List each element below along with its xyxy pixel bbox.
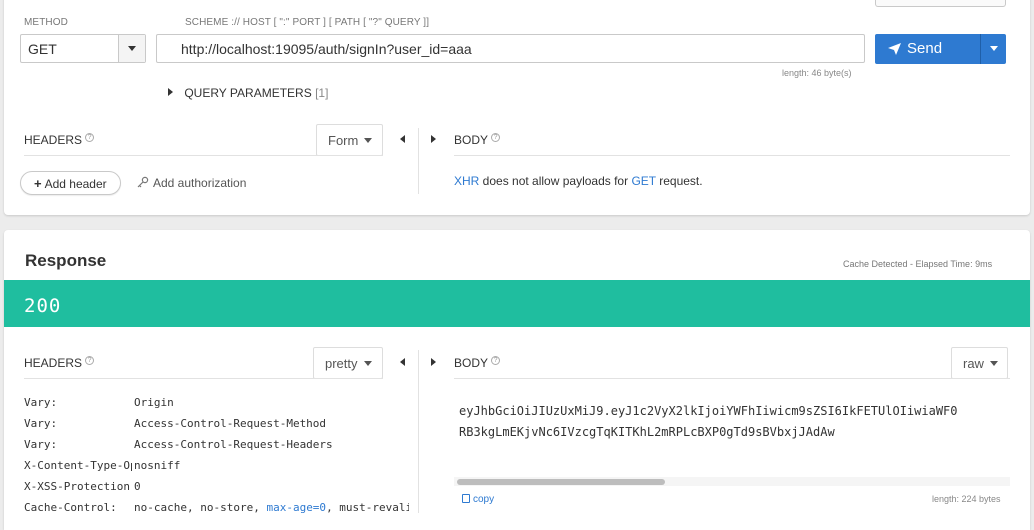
response-body-label: BODY xyxy=(454,356,489,370)
request-headers-label: HEADERS xyxy=(24,133,83,147)
help-icon[interactable]: ? xyxy=(491,133,501,142)
url-length: length: 46 byte(s) xyxy=(782,68,852,78)
body-length: length: 224 bytes xyxy=(932,494,1001,504)
status-bar xyxy=(4,280,1030,327)
chevron-down-icon xyxy=(990,46,998,51)
help-icon[interactable]: ? xyxy=(491,356,501,365)
header-value-text: , must-revalidate xyxy=(326,501,409,514)
key-icon xyxy=(137,176,149,188)
request-body-label: BODY xyxy=(454,133,489,147)
send-label: Send xyxy=(907,40,943,57)
send-options-button[interactable] xyxy=(980,34,1006,64)
get-link[interactable]: GET xyxy=(631,174,655,188)
add-header-button[interactable]: + Add header xyxy=(20,171,121,195)
collapse-left-icon[interactable] xyxy=(400,135,405,143)
response-body-content[interactable]: eyJhbGciOiJIUzUxMiJ9.eyJ1c2VyX2lkIjoiYWF… xyxy=(459,401,1010,443)
headers-mode-select[interactable]: Form xyxy=(316,124,383,156)
body-line: RB3kgLmEKjvNc6IVzcgTqKITKhL2mRPLcBXP0gTd… xyxy=(459,425,835,439)
copy-label: copy xyxy=(473,494,495,505)
collapse-right-icon[interactable] xyxy=(431,358,436,366)
url-format-label: SCHEME :// HOST [ ":" PORT ] [ PATH [ "?… xyxy=(185,17,430,28)
header-name: Vary: xyxy=(24,417,58,430)
header-value-text: no-cache, no-store, xyxy=(134,501,267,514)
method-value: GET xyxy=(28,41,57,57)
add-authorization-link[interactable]: Add authorization xyxy=(137,176,246,190)
query-parameters-count: [1] xyxy=(315,86,329,100)
url-input[interactable]: http://localhost:19095/auth/signIn?user_… xyxy=(156,34,865,63)
collapse-left-icon[interactable] xyxy=(400,358,405,366)
divider xyxy=(454,155,1010,156)
header-name: X-Content-Type-Options: xyxy=(24,459,132,472)
body-format-select[interactable]: raw xyxy=(951,347,1008,379)
pane-divider xyxy=(418,350,419,513)
elapsed-time: Cache Detected - Elapsed Time: 9ms xyxy=(843,259,993,269)
send-button[interactable]: Send xyxy=(875,34,980,64)
request-headers-title: HEADERS? xyxy=(24,133,95,147)
response-body-title: BODY? xyxy=(454,356,501,370)
xhr-link[interactable]: XHR xyxy=(454,174,479,188)
add-authorization-label: Add authorization xyxy=(153,176,247,190)
response-headers-title: HEADERS? xyxy=(24,356,95,370)
status-code: 200 xyxy=(24,295,62,317)
note-end: request. xyxy=(655,174,703,188)
header-value: Origin xyxy=(134,396,174,409)
header-name: Vary: xyxy=(24,396,58,409)
header-value: Access-Control-Request-Headers xyxy=(134,438,333,451)
max-age-link[interactable]: max-age=0 xyxy=(266,501,326,514)
chevron-down-icon xyxy=(989,361,998,366)
collapse-right-icon[interactable] xyxy=(431,135,436,143)
header-value: 0 xyxy=(134,480,141,493)
add-header-label: Add header xyxy=(44,177,107,191)
headers-mode-value: Form xyxy=(328,133,359,148)
chevron-down-icon xyxy=(363,361,372,366)
note-text: does not allow payloads for xyxy=(479,174,632,188)
top-button-edge xyxy=(875,0,1006,7)
headers-format-select[interactable]: pretty xyxy=(313,347,383,379)
divider xyxy=(454,378,1010,379)
response-title: Response xyxy=(25,251,107,270)
copy-icon xyxy=(462,494,470,503)
header-name: X-XSS-Protection: xyxy=(24,480,132,493)
help-icon[interactable]: ? xyxy=(85,133,95,142)
scrollbar-thumb[interactable] xyxy=(457,479,665,485)
copy-button[interactable]: copy xyxy=(462,494,494,505)
response-headers-label: HEADERS xyxy=(24,356,83,370)
request-body-title: BODY? xyxy=(454,133,501,147)
body-format-value: raw xyxy=(963,356,984,371)
query-parameters-toggle[interactable]: QUERY PARAMETERS [1] xyxy=(168,86,328,100)
send-button-group: Send xyxy=(875,34,1006,64)
header-value: nosniff xyxy=(134,459,181,472)
header-name: Cache-Control: xyxy=(24,501,117,514)
chevron-down-icon xyxy=(128,46,136,51)
body-line: eyJhbGciOiJIUzUxMiJ9.eyJ1c2VyX2lkIjoiYWF… xyxy=(459,404,958,418)
chevron-right-icon xyxy=(168,88,173,96)
request-body-note: XHR does not allow payloads for GET requ… xyxy=(454,174,703,188)
query-parameters-label: QUERY PARAMETERS xyxy=(184,86,312,100)
divider xyxy=(24,378,383,379)
chevron-down-icon xyxy=(364,138,373,143)
header-name: Vary: xyxy=(24,438,58,451)
header-value: Access-Control-Request-Method xyxy=(134,417,327,430)
method-select[interactable]: GET xyxy=(20,34,146,63)
method-dropdown-toggle[interactable] xyxy=(118,35,145,62)
send-icon xyxy=(888,43,901,55)
pane-divider xyxy=(418,128,419,194)
plus-icon: + xyxy=(34,176,42,191)
help-icon[interactable]: ? xyxy=(85,356,95,365)
headers-format-value: pretty xyxy=(325,356,358,371)
header-value: no-cache, no-store, max-age=0, must-reva… xyxy=(134,501,409,514)
method-label: METHOD xyxy=(24,17,68,28)
divider xyxy=(24,155,383,156)
